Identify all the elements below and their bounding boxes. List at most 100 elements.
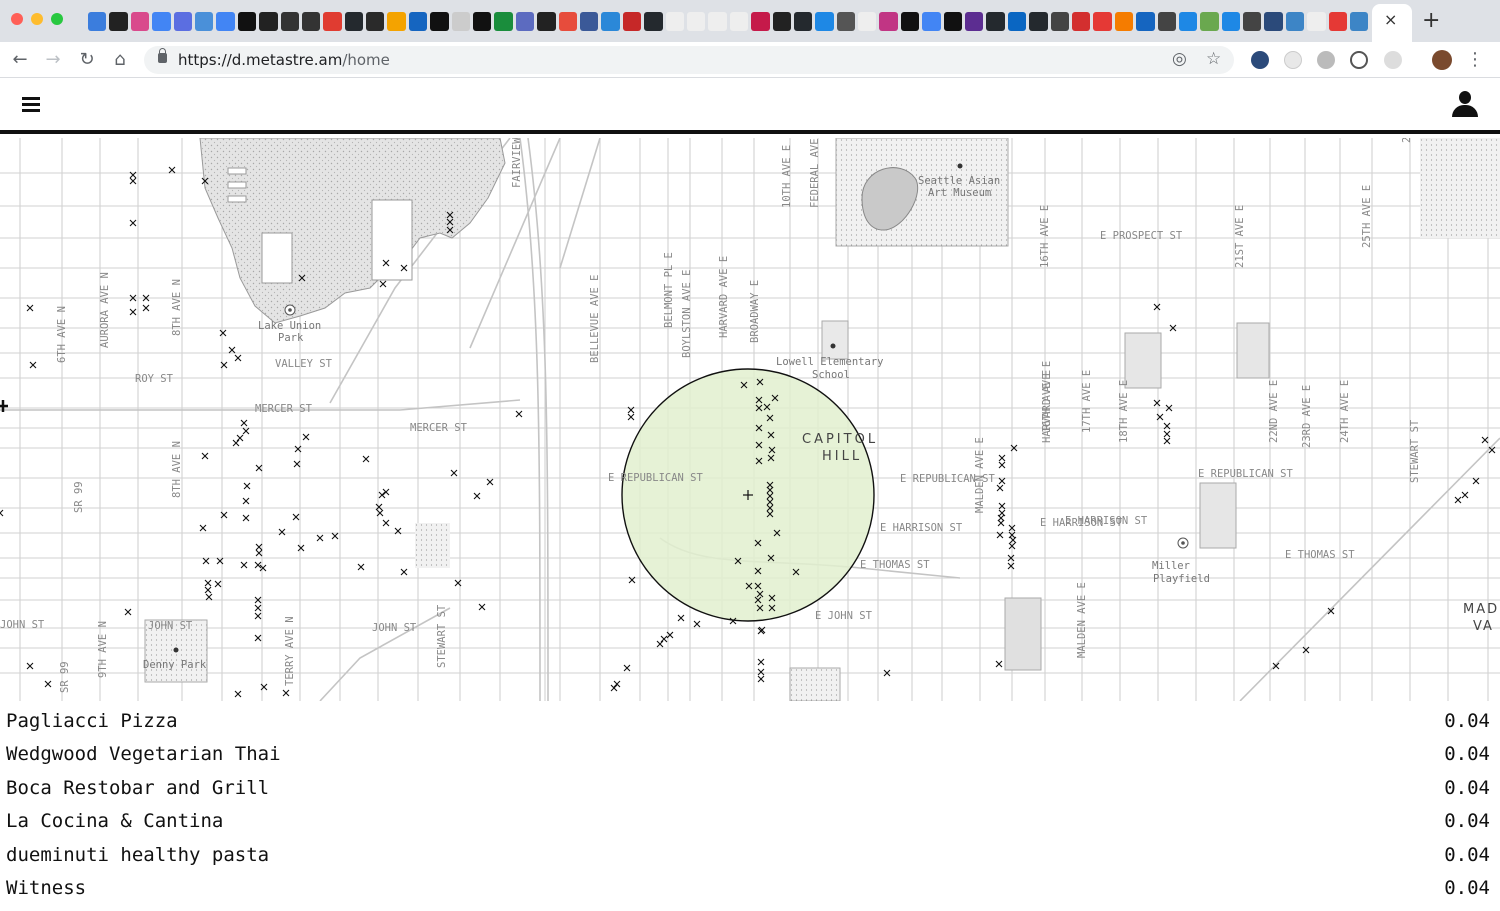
restaurant-marker-icon[interactable]	[142, 304, 150, 312]
restaurant-marker-icon[interactable]	[1454, 496, 1462, 504]
restaurant-marker-icon[interactable]	[378, 491, 386, 499]
hamburger-menu-icon[interactable]	[22, 97, 40, 113]
restaurant-marker-icon[interactable]	[997, 519, 1005, 527]
restaurant-marker-icon[interactable]	[1472, 477, 1480, 485]
tab-favicon[interactable]	[900, 12, 920, 31]
tab-favicon[interactable]	[922, 12, 941, 31]
tab-favicon[interactable]	[943, 12, 963, 31]
tab-favicon[interactable]	[1221, 12, 1241, 31]
restaurant-marker-icon[interactable]	[1163, 430, 1171, 438]
restaurant-marker-icon[interactable]	[331, 532, 339, 540]
tab-favicon[interactable]	[537, 12, 556, 31]
tab-favicon[interactable]	[1243, 12, 1262, 31]
extension-icon[interactable]	[1317, 51, 1335, 69]
restaurant-marker-icon[interactable]	[204, 586, 212, 594]
restaurant-marker-icon[interactable]	[627, 413, 635, 421]
bookmark-star-icon[interactable]: ☆	[1206, 49, 1221, 69]
restaurant-marker-icon[interactable]	[375, 503, 383, 511]
result-row[interactable]: Witness 0.04	[0, 873, 1500, 906]
tab-favicon[interactable]	[130, 12, 150, 31]
restaurant-marker-icon[interactable]	[450, 469, 458, 477]
restaurant-marker-icon[interactable]	[214, 580, 222, 588]
back-button[interactable]: ←	[7, 47, 33, 73]
browser-menu-icon[interactable]: ⋮	[1462, 47, 1488, 73]
restaurant-marker-icon[interactable]	[204, 579, 212, 587]
tab-favicon[interactable]	[579, 12, 599, 31]
restaurant-marker-icon[interactable]	[656, 640, 664, 648]
restaurant-marker-icon[interactable]	[1153, 303, 1161, 311]
tab-favicon[interactable]	[430, 12, 449, 31]
close-window-button[interactable]	[11, 13, 23, 25]
restaurant-marker-icon[interactable]	[234, 690, 242, 698]
restaurant-marker-icon[interactable]	[1163, 437, 1171, 445]
tab-favicon[interactable]	[1328, 12, 1348, 31]
tab-favicon[interactable]	[558, 12, 577, 31]
tab-favicon[interactable]	[965, 12, 984, 31]
restaurant-marker-icon[interactable]	[129, 219, 137, 227]
restaurant-marker-icon[interactable]	[254, 612, 262, 620]
restaurant-marker-icon[interactable]	[357, 563, 365, 571]
restaurant-marker-icon[interactable]	[757, 675, 765, 683]
address-bar[interactable]: https://d.metastre.am/home ◎ ☆	[144, 46, 1234, 74]
tab-favicon[interactable]	[1007, 12, 1027, 31]
restaurant-marker-icon[interactable]	[232, 439, 240, 447]
map-canvas[interactable]: E PROSPECT ST ROY ST VALLEY ST MERCER ST E R…	[0, 138, 1500, 701]
restaurant-marker-icon[interactable]	[129, 308, 137, 316]
restaurant-marker-icon[interactable]	[202, 557, 210, 565]
tab-favicon[interactable]	[793, 12, 813, 31]
restaurant-marker-icon[interactable]	[255, 543, 263, 551]
tab-favicon[interactable]	[858, 12, 877, 31]
restaurant-marker-icon[interactable]	[201, 452, 209, 460]
minimize-window-button[interactable]	[31, 13, 43, 25]
restaurant-marker-icon[interactable]	[757, 658, 765, 666]
restaurant-marker-icon[interactable]	[228, 346, 236, 354]
tab-favicon[interactable]	[686, 12, 706, 31]
close-tab-icon[interactable]: ×	[1384, 10, 1397, 29]
restaurant-marker-icon[interactable]	[515, 410, 523, 418]
tab-favicon[interactable]	[473, 12, 492, 31]
tab-favicon[interactable]	[194, 12, 214, 31]
restaurant-marker-icon[interactable]	[255, 464, 263, 472]
tab-favicon[interactable]	[1071, 12, 1091, 31]
result-row[interactable]: Pagliacci Pizza 0.04	[0, 706, 1500, 739]
tab-favicon[interactable]	[1350, 12, 1368, 31]
restaurant-marker-icon[interactable]	[623, 664, 631, 672]
tab-favicon[interactable]	[344, 12, 364, 31]
tab-favicon[interactable]	[729, 12, 749, 31]
restaurant-marker-icon[interactable]	[660, 635, 668, 643]
restaurant-marker-icon[interactable]	[757, 668, 765, 676]
extension-icon[interactable]	[1350, 51, 1368, 69]
restaurant-marker-icon[interactable]	[292, 513, 300, 521]
tab-favicon[interactable]	[366, 12, 385, 31]
tab-favicon[interactable]	[387, 12, 406, 31]
restaurant-marker-icon[interactable]	[255, 549, 263, 557]
restaurant-marker-icon[interactable]	[242, 514, 250, 522]
tab-favicon[interactable]	[1093, 12, 1112, 31]
restaurant-marker-icon[interactable]	[26, 662, 34, 670]
restaurant-marker-icon[interactable]	[677, 614, 685, 622]
restaurant-marker-icon[interactable]	[254, 604, 262, 612]
restaurant-marker-icon[interactable]	[486, 478, 494, 486]
restaurant-marker-icon[interactable]	[168, 166, 176, 174]
tab-favicon[interactable]	[1285, 12, 1305, 31]
tab-favicon[interactable]	[301, 12, 321, 31]
restaurant-marker-icon[interactable]	[243, 482, 251, 490]
result-row[interactable]: dueminuti healthy pasta 0.04	[0, 840, 1500, 873]
restaurant-marker-icon[interactable]	[693, 620, 701, 628]
tab-favicon[interactable]	[451, 12, 471, 31]
reload-button[interactable]: ↻	[74, 47, 100, 73]
restaurant-marker-icon[interactable]	[473, 492, 481, 500]
pinned-tab-icons[interactable]	[88, 12, 1368, 31]
tab-favicon[interactable]	[986, 12, 1005, 31]
forward-button[interactable]: →	[40, 47, 66, 73]
restaurant-marker-icon[interactable]	[236, 434, 244, 442]
location-icon[interactable]: ◎	[1172, 49, 1187, 69]
result-row[interactable]: La Cocina & Cantina 0.04	[0, 806, 1500, 839]
new-tab-button[interactable]: +	[1422, 8, 1440, 33]
tab-favicon[interactable]	[815, 12, 834, 31]
restaurant-marker-icon[interactable]	[302, 433, 310, 441]
restaurant-marker-icon[interactable]	[610, 684, 618, 692]
tab-favicon[interactable]	[494, 12, 513, 31]
restaurant-marker-icon[interactable]	[613, 680, 621, 688]
extension-icon[interactable]	[1284, 51, 1302, 69]
